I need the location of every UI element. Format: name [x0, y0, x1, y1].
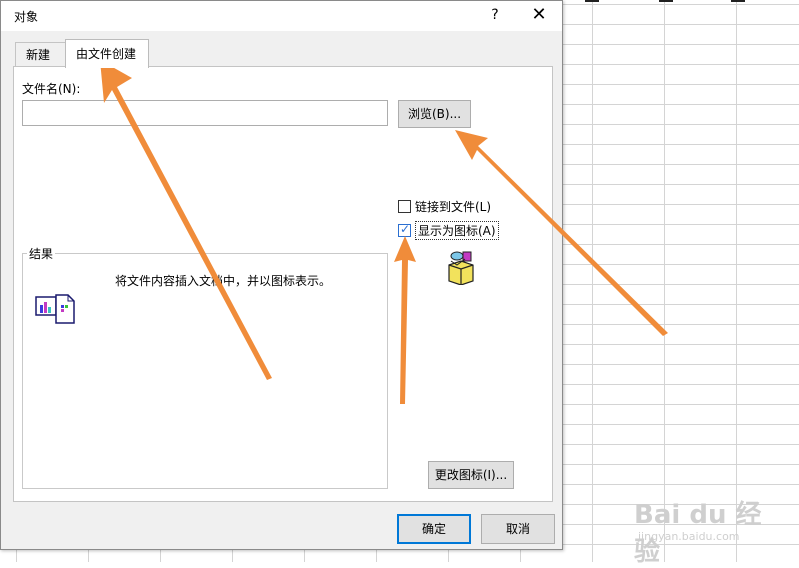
display-as-icon-checkbox[interactable]: ✓	[398, 221, 411, 237]
change-icon-button[interactable]: 更改图标(I)...	[428, 461, 514, 489]
filename-input[interactable]	[22, 100, 388, 126]
dialog-title: 对象	[14, 10, 39, 24]
result-description: 将文件内容插入文档中，并以图标表示。	[115, 274, 332, 288]
tab-create-from-file[interactable]: 由文件创建	[65, 39, 149, 68]
title-bar: 对象 ? ✕	[1, 1, 562, 31]
ok-button[interactable]: 确定	[397, 514, 471, 544]
display-as-icon-option[interactable]: ✓ 显示为图标(A)	[398, 220, 499, 240]
filename-label: 文件名(N):	[22, 82, 81, 96]
close-button[interactable]: ✕	[527, 4, 551, 26]
watermark-url: jingyan.baidu.com	[638, 530, 740, 543]
embed-as-icon-illustration-icon	[35, 294, 75, 324]
help-button[interactable]: ?	[484, 5, 506, 25]
link-to-file-label[interactable]: 链接到文件(L)	[415, 198, 491, 215]
tab-new[interactable]: 新建	[15, 42, 66, 68]
result-group: 结果 将文件内容插入文档中，并以图标表示。	[22, 245, 388, 489]
browse-button[interactable]: 浏览(B)...	[398, 100, 471, 128]
result-legend: 结果	[27, 245, 56, 262]
link-to-file-option[interactable]: 链接到文件(L)	[398, 197, 491, 215]
tab-panel: 文件名(N): 浏览(B)... 链接到文件(L) ✓ 显示为图标(A) 结果 …	[13, 66, 553, 502]
baidu-jingyan-watermark: Bai du 经验 jingyan.baidu.com	[614, 490, 764, 567]
check-mark-icon: ✓	[400, 221, 411, 236]
display-as-icon-label[interactable]: 显示为图标(A)	[415, 220, 499, 240]
insert-object-dialog: 对象 ? ✕ 新建 由文件创建 文件名(N): 浏览(B)... 链接到文件(L…	[0, 0, 563, 550]
column-header-marks	[575, 0, 799, 4]
cancel-button[interactable]: 取消	[481, 514, 555, 544]
link-to-file-checkbox[interactable]	[398, 199, 411, 213]
package-object-icon	[448, 251, 474, 285]
